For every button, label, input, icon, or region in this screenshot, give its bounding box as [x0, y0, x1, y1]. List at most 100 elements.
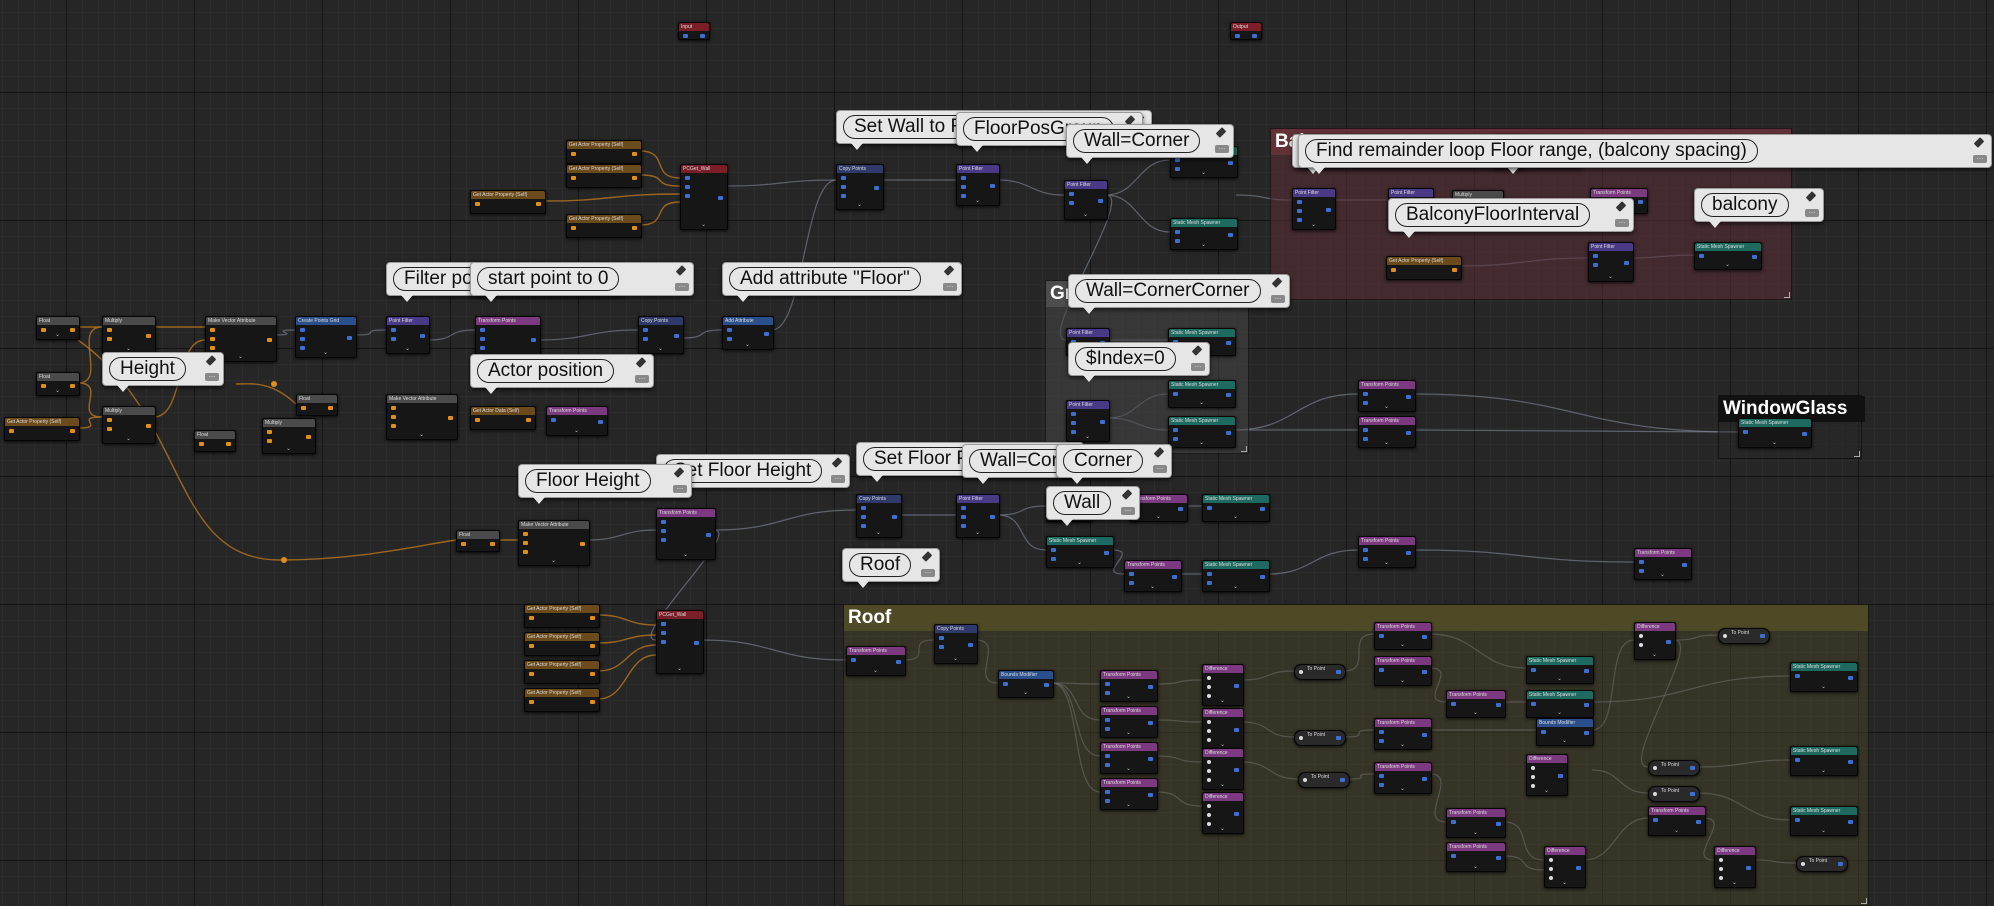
comment-floor-height[interactable]: Floor Height… — [518, 464, 692, 504]
input-pin[interactable] — [1207, 822, 1211, 826]
input-pin[interactable] — [41, 384, 46, 388]
output-pin[interactable] — [718, 196, 723, 200]
output-pin[interactable] — [531, 338, 536, 342]
output-pin[interactable] — [226, 442, 231, 446]
static-mesh-spawner-node[interactable]: Static Mesh Spawner ⌄ — [1046, 536, 1114, 568]
float-node[interactable]: Float ⌄ — [36, 372, 80, 396]
output-pin[interactable] — [70, 328, 75, 332]
transform-points-node[interactable]: Transform Points ⌄ — [1358, 380, 1416, 412]
input-pin[interactable] — [685, 185, 690, 189]
transform-points-node[interactable]: Transform Points ⌄ — [1634, 548, 1692, 580]
input-pin[interactable] — [1795, 818, 1800, 822]
output-pin[interactable] — [1422, 670, 1427, 674]
input-pin[interactable] — [1207, 694, 1211, 698]
comment-index-zero[interactable]: $Index=0… — [1068, 342, 1210, 382]
input-pin[interactable] — [1699, 254, 1704, 258]
input-pin[interactable] — [1379, 739, 1384, 743]
expand-chevron-icon[interactable]: ⌄ — [1473, 830, 1478, 836]
input-pin[interactable] — [571, 226, 576, 230]
input-pin[interactable] — [961, 194, 966, 198]
input-pin[interactable] — [267, 430, 272, 434]
get-actor-property-node[interactable]: Get Actor Property (Self) — [1386, 256, 1462, 280]
output-pin[interactable] — [420, 334, 425, 338]
output-pin[interactable] — [1148, 793, 1153, 797]
expand-chevron-icon[interactable]: ⌄ — [1083, 212, 1088, 218]
transform-points-node[interactable]: Transform Points ⌄ — [846, 646, 906, 676]
output-pin[interactable] — [1326, 208, 1331, 212]
input-pin[interactable] — [1549, 867, 1553, 871]
comment-wall-corner-corner[interactable]: Wall=CornerCorner… — [1068, 274, 1290, 314]
static-mesh-spawner-node[interactable]: Static Mesh Spawner ⌄ — [1738, 418, 1812, 448]
expand-chevron-icon[interactable]: ⌄ — [683, 552, 688, 558]
transform-points-node[interactable]: Transform Points ⌄ — [1124, 560, 1182, 592]
input-pin[interactable] — [199, 442, 204, 446]
output-pin[interactable] — [70, 384, 75, 388]
output-pin[interactable] — [1584, 703, 1589, 707]
output-pin[interactable] — [1336, 670, 1341, 674]
get-actor-property-node[interactable]: Get Actor Property (Self) — [524, 688, 600, 712]
pin-icon[interactable] — [1268, 278, 1284, 294]
input-pin[interactable] — [1175, 230, 1180, 234]
more-options-icon[interactable]: … — [1973, 154, 1987, 163]
input-pin[interactable] — [571, 176, 576, 180]
output-pin[interactable] — [1682, 563, 1687, 567]
pin-icon[interactable] — [1188, 346, 1204, 362]
expand-chevron-icon[interactable]: ⌄ — [1557, 710, 1562, 716]
input-pin[interactable] — [1801, 862, 1805, 866]
input-pin[interactable] — [1105, 718, 1110, 722]
more-options-icon[interactable]: … — [921, 568, 935, 577]
input-pin[interactable] — [1531, 784, 1535, 788]
get-actor-property-node[interactable]: Get Actor Property (Self) — [524, 632, 600, 656]
expand-chevron-icon[interactable]: ⌄ — [1562, 880, 1567, 886]
copy-points-node[interactable]: Copy Points ⌄ — [856, 494, 902, 538]
comment-actor-position[interactable]: Actor position… — [470, 354, 654, 394]
point-filter-node[interactable]: Point Filter ⌄ — [1588, 242, 1634, 282]
expand-chevron-icon[interactable]: ⌄ — [745, 342, 750, 348]
expand-chevron-icon[interactable]: ⌄ — [551, 558, 556, 564]
input-pin[interactable] — [643, 337, 648, 341]
output-pin[interactable] — [598, 420, 603, 424]
input-pin[interactable] — [1175, 167, 1180, 171]
output-pin[interactable] — [632, 176, 637, 180]
output-pin[interactable] — [1340, 778, 1345, 782]
to-point-node[interactable]: To Point — [1648, 760, 1700, 776]
copy-points-node[interactable]: Copy Points ⌄ — [638, 316, 684, 354]
input-pin[interactable] — [1363, 557, 1368, 561]
copy-points-node[interactable]: Copy Points ⌄ — [836, 164, 884, 210]
expand-chevron-icon[interactable]: ⌄ — [1233, 584, 1238, 590]
group-resize-handle[interactable] — [1784, 292, 1790, 298]
input-pin[interactable] — [961, 176, 966, 180]
expand-chevron-icon[interactable]: ⌄ — [126, 436, 131, 442]
input-pin[interactable] — [961, 185, 966, 189]
expand-chevron-icon[interactable]: ⌄ — [1126, 802, 1131, 808]
output-pin[interactable] — [590, 700, 595, 704]
output-pin[interactable] — [1044, 683, 1049, 687]
output-pin[interactable] — [1226, 431, 1231, 435]
transform-points-node[interactable]: Transform Points ⌄ — [1446, 842, 1506, 872]
output-pin[interactable] — [1760, 634, 1765, 638]
point-filter-node[interactable]: Point Filter ⌄ — [386, 316, 430, 354]
input-pin[interactable] — [267, 439, 272, 443]
static-mesh-spawner-node[interactable]: Static Mesh Spawner ⌄ — [1790, 746, 1858, 776]
output-pin[interactable] — [1234, 812, 1239, 816]
transform-points-node[interactable]: Transform Points ⌄ — [546, 406, 608, 436]
input-pin[interactable] — [300, 328, 305, 332]
output-pin[interactable] — [706, 533, 711, 537]
output-pin[interactable] — [1228, 161, 1233, 165]
static-mesh-spawner-node[interactable]: Static Mesh Spawner ⌄ — [1202, 494, 1270, 522]
input-pin[interactable] — [1531, 766, 1535, 770]
input-pin[interactable] — [1003, 682, 1008, 686]
output-pin[interactable] — [1848, 760, 1853, 764]
transform-points-node[interactable]: Transform Points ⌄ — [1446, 690, 1506, 718]
difference-node[interactable]: Difference ⌄ — [1714, 846, 1756, 888]
input-pin[interactable] — [480, 328, 485, 332]
to-point-node[interactable]: To Point — [1294, 730, 1346, 746]
more-options-icon[interactable]: … — [1271, 294, 1285, 303]
more-options-icon[interactable]: … — [1805, 208, 1819, 217]
input-pin[interactable] — [529, 672, 534, 676]
expand-chevron-icon[interactable]: ⌄ — [1400, 742, 1405, 748]
input-pin[interactable] — [391, 406, 396, 410]
expand-chevron-icon[interactable]: ⌄ — [975, 530, 980, 536]
input-pin[interactable] — [1541, 730, 1546, 734]
output-pin[interactable] — [1098, 199, 1103, 203]
